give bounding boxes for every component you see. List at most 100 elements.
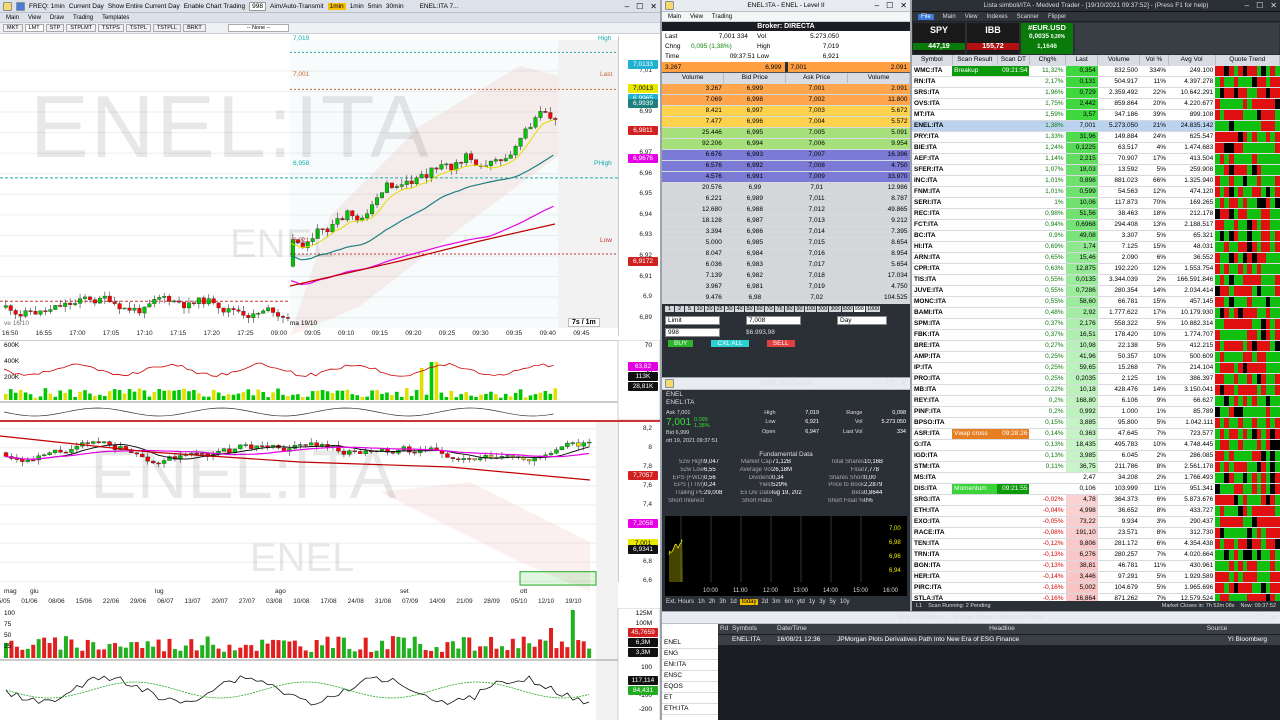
qty-button-200[interactable]: 200 <box>817 306 829 312</box>
scanner-row[interactable]: RACE:ITA -0,08% 191,10 23.571 8% 312.730 <box>912 527 1280 539</box>
scanner-row[interactable]: ARN:ITA 0,65% 15,46 2.090 6% 36.552 <box>912 252 1280 264</box>
news-symbol[interactable]: ENG <box>662 649 718 660</box>
col-bid-price[interactable]: Bid Price <box>723 73 787 84</box>
auto-transmit-checkbox[interactable]: Aim/Auto-Transmit <box>270 3 324 10</box>
l2-menu-view[interactable]: View <box>690 14 703 20</box>
range-10y[interactable]: 10y <box>839 599 851 605</box>
tab-stp[interactable]: STP <box>45 24 65 32</box>
scanner-row[interactable]: BIE:ITA 1,24% 0,1225 63.517 4% 1.474.683 <box>912 142 1280 154</box>
sell-button[interactable]: SELL <box>766 340 795 347</box>
scanner-row[interactable]: TRN:ITA -0,13% 6,276 280.257 7% 4.020.664 <box>912 549 1280 561</box>
scanner-row[interactable]: EXO:ITA -0,05% 73,22 9.934 3% 290.437 <box>912 516 1280 528</box>
scanner-row[interactable]: DIS:ITA Momentum 09:21:55 0,106 103.999 11% 95… <box>912 483 1280 495</box>
news-col-rd[interactable]: Rd <box>718 624 732 634</box>
range-ytd[interactable]: ytd <box>796 599 806 605</box>
range-6m[interactable]: 6m <box>783 599 793 605</box>
scanner-row[interactable]: FBK:ITA 0,37% 16,51 178.420 10% 1.774.707 <box>912 329 1280 341</box>
qty-button-50[interactable]: 50 <box>745 306 754 312</box>
daily-price-axis[interactable]: 8,287,87,67,47,276,86,67,70577,20587,001… <box>618 422 660 584</box>
qty-button-1[interactable]: 1 <box>665 306 674 312</box>
sc-close-icon[interactable]: ✕ <box>1270 1 1277 10</box>
news-symbol[interactable]: ENEL <box>662 638 718 649</box>
book-row[interactable]: 7.477 6,996 7,004 5.572 <box>662 116 910 128</box>
range-2h[interactable]: 2h <box>708 599 717 605</box>
close-icon[interactable]: ✕ <box>650 2 657 11</box>
template-dropdown[interactable]: -- None -- <box>227 24 290 32</box>
det-min-icon[interactable]: – <box>875 379 879 388</box>
scanner-row[interactable]: SPM:ITA 0,37% 2,176 558.322 5% 10.882.314 <box>912 318 1280 330</box>
col-last[interactable]: Last <box>1065 55 1099 66</box>
tf-1min-a[interactable]: 1min <box>327 2 346 10</box>
scanner-row[interactable]: PIRC:ITA -0,16% 5,002 104.679 5% 1.965.696 <box>912 582 1280 594</box>
news-symbol[interactable]: EQOS <box>662 682 718 693</box>
book-row[interactable]: 25.446 6,995 7,005 5.091 <box>662 127 910 139</box>
scanner-row[interactable]: BC:ITA 0,9% 49,08 3.307 5% 65.321 <box>912 230 1280 242</box>
news-symbol[interactable]: ENSC <box>662 671 718 682</box>
scanner-row[interactable]: MS:ITA 2,47 34.208 2% 1.766.493 <box>912 472 1280 484</box>
news-col-datetime[interactable]: Date/Time <box>777 624 837 634</box>
range-1d[interactable]: 1d <box>729 599 738 605</box>
col-scan-result[interactable]: Scan Result <box>952 55 998 66</box>
qty-button-998[interactable]: 998 <box>853 306 865 312</box>
scanner-row[interactable]: TIS:ITA 0,55% 0,0135 3.344.039 2% 166.591.846 <box>912 274 1280 286</box>
qty-button-300[interactable]: 300 <box>829 306 841 312</box>
qty-button-20[interactable]: 20 <box>705 306 714 312</box>
qty-button-75[interactable]: 75 <box>775 306 784 312</box>
scanner-row[interactable]: PINF:ITA 0,2% 0,992 1.000 1% 85.789 <box>912 406 1280 418</box>
qty-button-90[interactable]: 90 <box>795 306 804 312</box>
qty-button-2[interactable]: 2 <box>675 306 684 312</box>
col-quote-trend[interactable]: Quote Trend <box>1215 55 1280 66</box>
freq-select[interactable]: FREQ: 1min <box>29 3 65 10</box>
col-chg-[interactable]: Chg% <box>1029 55 1067 66</box>
scanner-row[interactable]: REC:ITA 0,98% 51,56 38.463 18% 212.178 <box>912 208 1280 220</box>
news-symbol[interactable]: ET <box>662 693 718 704</box>
book-row[interactable]: 8.421 6,997 7,003 5.672 <box>662 105 910 117</box>
qty-button-40[interactable]: 40 <box>735 306 744 312</box>
scanner-row[interactable]: MB:ITA 0,22% 10,18 428.476 14% 3.150.041 <box>912 384 1280 396</box>
scanner-row[interactable]: AMP:ITA 0,25% 41,96 50.357 10% 500.609 <box>912 351 1280 363</box>
news-symbol[interactable]: ENI:ITA <box>662 660 718 671</box>
menu-templates[interactable]: Templates <box>102 15 129 21</box>
scanner-row[interactable]: AEF:ITA 1,14% 2,215 70.907 17% 413.504 <box>912 153 1280 165</box>
tab-tstpl[interactable]: TSTPL <box>125 24 151 32</box>
ticker-eurusd[interactable]: #EUR.USD 0,0035 0,30% 1,1646 <box>1021 23 1073 54</box>
col-bid-volume[interactable]: Volume <box>662 73 725 84</box>
range-3h[interactable]: 3h <box>718 599 727 605</box>
scanner-row[interactable]: BPSO:ITA 0,15% 3,885 95.800 5% 1.042.111 <box>912 417 1280 429</box>
scanner-row[interactable]: FNM:ITA 1,01% 0,599 54.563 12% 474.120 <box>912 186 1280 198</box>
qty-field[interactable]: 998 <box>249 1 266 11</box>
book-row[interactable]: 6.036 6,983 7,017 5.654 <box>662 259 910 271</box>
scanner-row[interactable]: JUVE:ITA 0,55% 0,7286 280.354 14% 2.034.414 <box>912 285 1280 297</box>
book-row[interactable]: 18.128 6,987 7,013 9.212 <box>662 215 910 227</box>
book-row[interactable]: 3.967 6,981 7,019 4.750 <box>662 281 910 293</box>
sc-menu-flipper[interactable]: Flipper <box>1048 14 1066 20</box>
book-row[interactable]: 3.394 6,986 7,014 7.395 <box>662 226 910 238</box>
tab-tstpll[interactable]: TSTPLL <box>152 24 182 32</box>
scanner-row[interactable]: WMC:ITA Breakup 09:21:54 11,32% 0,354 832.500… <box>912 65 1280 77</box>
qty-button-60[interactable]: 60 <box>755 306 764 312</box>
scanner-row[interactable]: BGN:ITA -0,13% 38,81 46.781 11% 430.961 <box>912 560 1280 572</box>
daily-chart[interactable]: ENEL:ITA ENEL 8,287,87,67,47,276,86,67,7… <box>0 420 660 720</box>
sc-menu-indexes[interactable]: Indexes <box>987 14 1008 20</box>
scanner-row[interactable]: G:ITA 0,13% 18,435 495.783 10% 4.748.445 <box>912 439 1280 451</box>
scanner-row[interactable]: PRO:ITA 0,25% 0,2035 2.125 1% 386.397 <box>912 373 1280 385</box>
show-entire-day-checkbox[interactable]: Show Entire Current Day <box>108 3 180 10</box>
l2-max-icon[interactable]: ☐ <box>886 1 893 10</box>
qty-button-5[interactable]: 5 <box>685 306 694 312</box>
menu-view[interactable]: View <box>28 15 41 21</box>
range-today[interactable]: today <box>739 599 759 605</box>
menu-draw[interactable]: Draw <box>50 15 64 21</box>
chart-trading-checkbox[interactable]: Enable Chart Trading <box>184 3 245 10</box>
book-row[interactable]: 4.576 6,991 7,009 33.970 <box>662 171 910 183</box>
mini-chart[interactable]: 7,00 6,98 6,96 6,94 10:00 11:00 12:00 13:00 14:0… <box>665 516 907 596</box>
menu-trading[interactable]: Trading <box>73 15 93 21</box>
range-exthours[interactable]: Ext. Hours <box>665 599 695 605</box>
sc-min-icon[interactable]: – <box>1245 1 1249 10</box>
scanner-row[interactable]: IGD:ITA 0,13% 3,985 6.045 2% 286.085 <box>912 450 1280 462</box>
col-vol-[interactable]: Vol % <box>1139 55 1169 66</box>
tf-1min-b[interactable]: 1min <box>350 3 364 10</box>
scanner-row[interactable]: IP:ITA 0,25% 59,65 15.268 7% 214.104 <box>912 362 1280 374</box>
news-close-icon[interactable]: ✕ <box>1270 613 1277 622</box>
scanner-row[interactable]: FCT:ITA 0,94% 0,6968 294.408 13% 2.188.517 <box>912 219 1280 231</box>
news-symbol[interactable]: ETH:ITA <box>662 704 718 715</box>
